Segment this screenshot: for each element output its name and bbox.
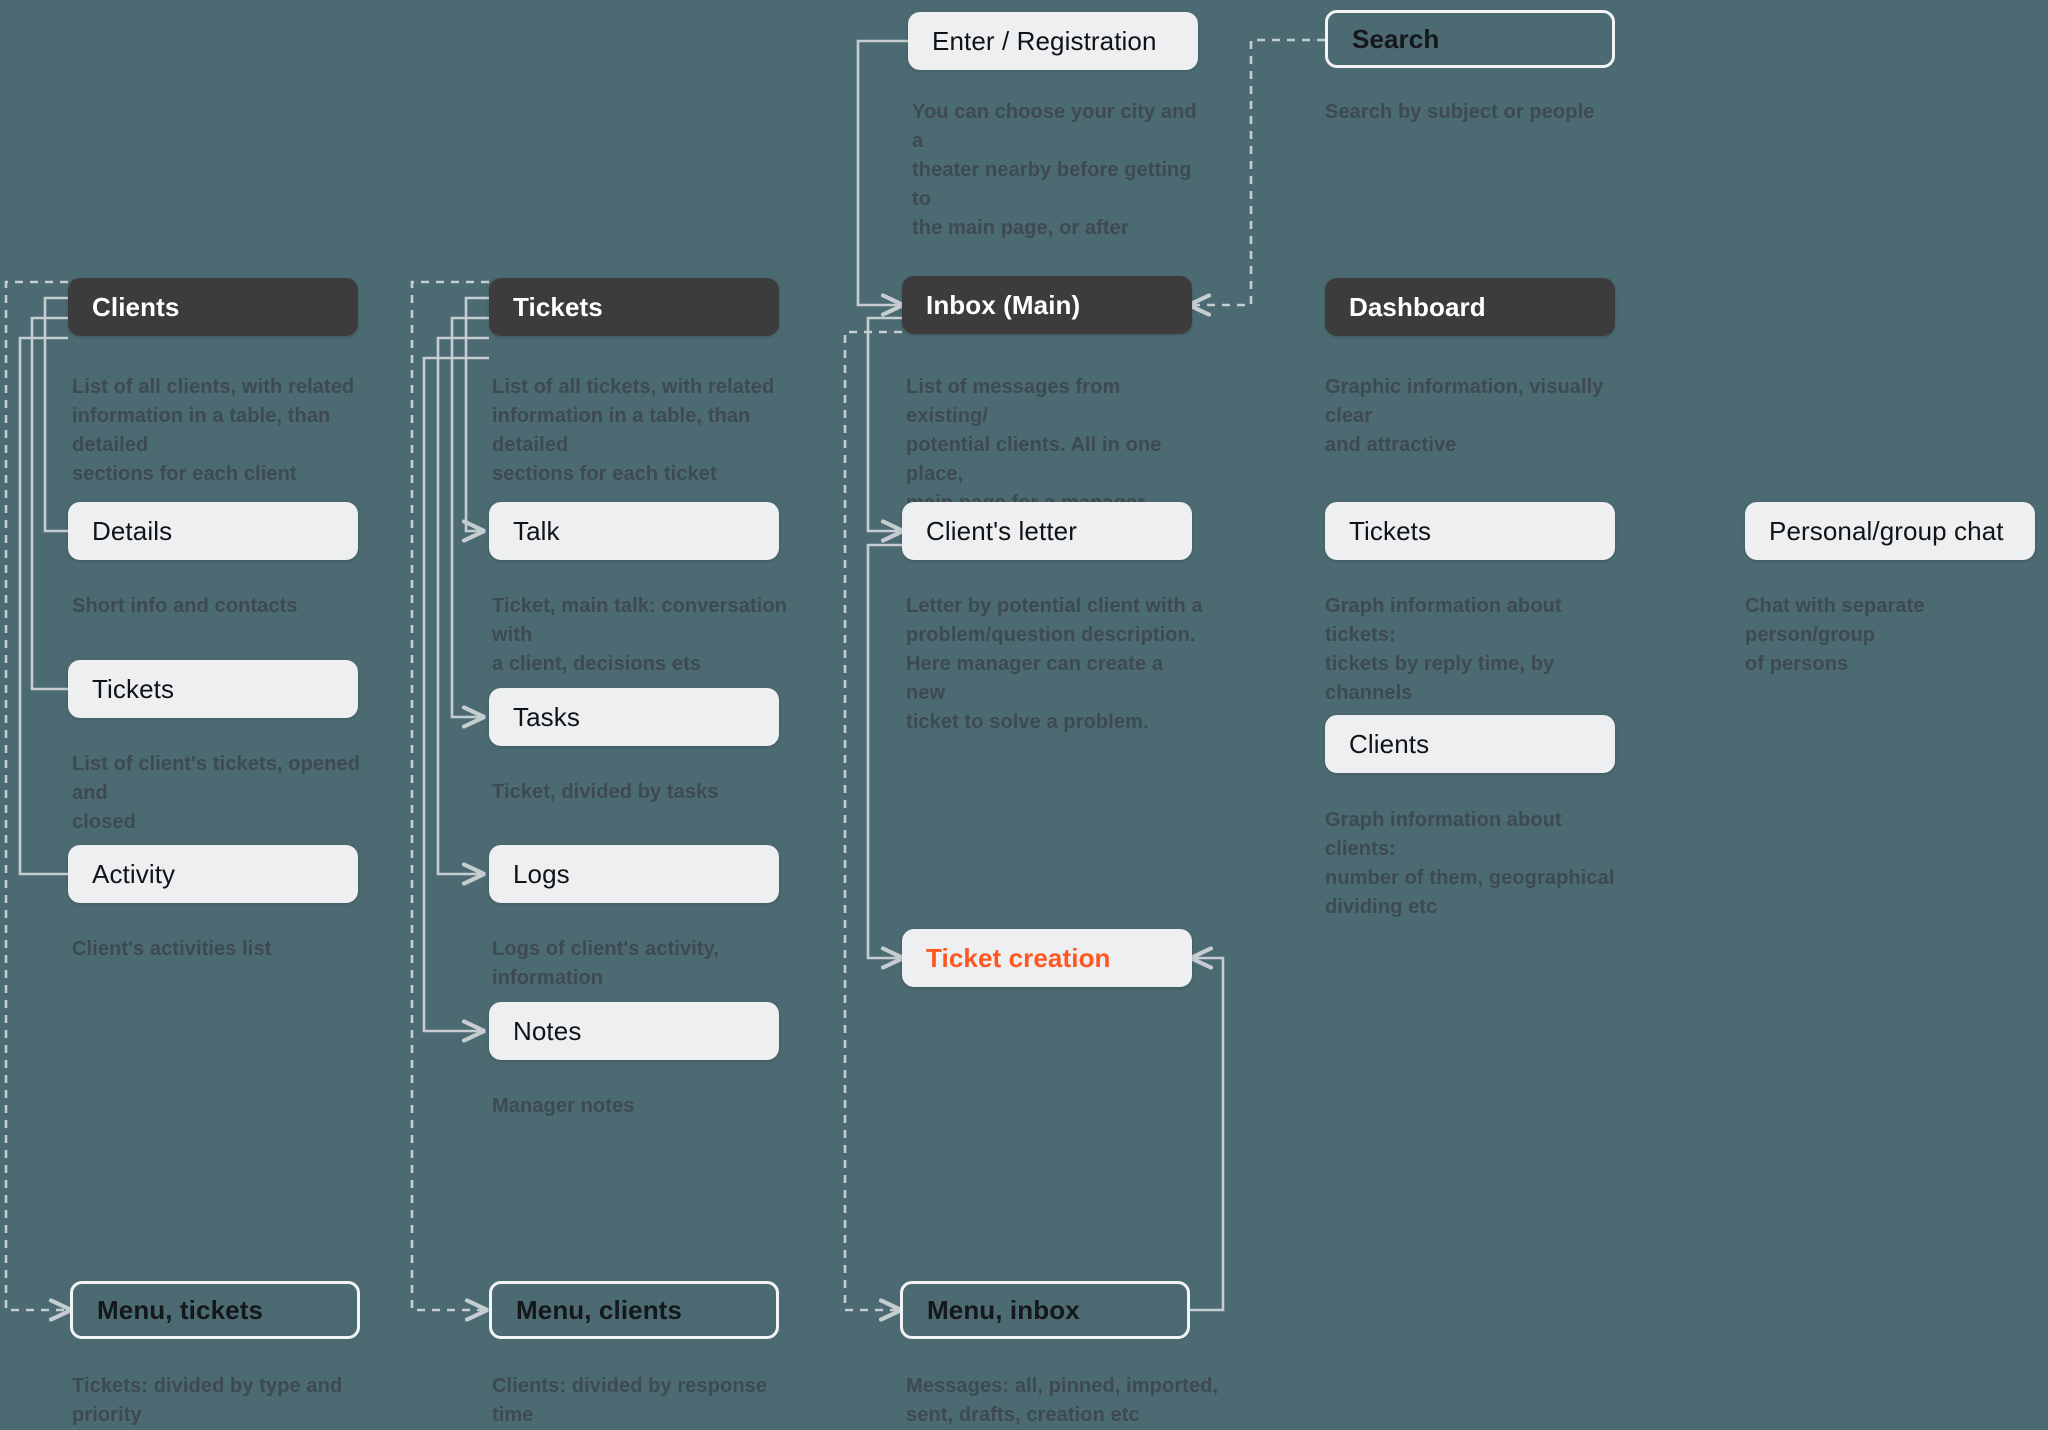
node-label: Tickets <box>513 291 603 322</box>
desc-search: Search by subject or people <box>1325 101 1595 123</box>
desc-dashboard-header: Graphic information, visually clear and … <box>1325 376 1604 456</box>
node-label: Tickets <box>92 673 175 704</box>
node-clients-activity[interactable]: Activity <box>68 845 358 903</box>
node-dashboard-tickets[interactable]: Tickets <box>1325 502 1615 560</box>
desc-tickets-tasks: Ticket, divided by tasks <box>492 781 719 803</box>
node-label: Clients <box>92 291 180 322</box>
node-ticket-creation[interactable]: Ticket creation <box>902 929 1192 987</box>
node-clients-letter[interactable]: Client's letter <box>902 502 1192 560</box>
node-label: Menu, clients <box>516 1294 682 1325</box>
node-label: Tasks <box>513 701 580 732</box>
desc-clients-details: Short info and contacts <box>72 595 298 617</box>
node-label: Clients <box>1349 728 1430 759</box>
node-tickets-logs[interactable]: Logs <box>489 845 779 903</box>
node-tickets-tasks[interactable]: Tasks <box>489 688 779 746</box>
desc-menu-inbox: Messages: all, pinned, imported, sent, d… <box>906 1375 1219 1426</box>
desc-tickets-talk: Ticket, main talk: conversation with a c… <box>492 595 788 675</box>
desc-clients-header: List of all clients, with related inform… <box>72 376 355 485</box>
desc-clients-tickets: List of client's tickets, opened and clo… <box>72 753 361 833</box>
node-tickets-header[interactable]: Tickets <box>489 278 779 336</box>
node-dashboard-clients[interactable]: Clients <box>1325 715 1615 773</box>
node-clients-tickets[interactable]: Tickets <box>68 660 358 718</box>
node-label: Talk <box>513 515 560 546</box>
desc-clients-letter: Letter by potential client with a proble… <box>906 595 1203 733</box>
desc-inbox-header: List of messages from existing/ potentia… <box>906 376 1162 514</box>
node-label: Activity <box>92 858 176 889</box>
node-menu-inbox[interactable]: Menu, inbox <box>900 1281 1190 1339</box>
flowchart-canvas: Clients List of all clients, with relate… <box>0 0 2048 1426</box>
node-menu-clients[interactable]: Menu, clients <box>489 1281 779 1339</box>
node-label: Details <box>92 515 173 546</box>
node-clients-header[interactable]: Clients <box>68 278 358 336</box>
node-clients-details[interactable]: Details <box>68 502 358 560</box>
node-label: Logs <box>513 858 570 889</box>
node-label: Ticket creation <box>926 942 1111 973</box>
node-dashboard-header[interactable]: Dashboard <box>1325 278 1615 336</box>
node-label: Search <box>1352 23 1440 54</box>
desc-dashboard-clients: Graph information about clients: number … <box>1325 809 1615 918</box>
node-label: Menu, tickets <box>97 1294 264 1325</box>
desc-tickets-logs: Logs of client's activity, information <box>492 938 720 989</box>
node-search[interactable]: Search <box>1325 10 1615 68</box>
node-label: Dashboard <box>1349 291 1486 322</box>
node-personal-group-chat[interactable]: Personal/group chat <box>1745 502 2035 560</box>
node-enter-registration[interactable]: Enter / Registration <box>908 12 1198 70</box>
desc-menu-clients: Clients: divided by response time <box>492 1375 768 1426</box>
desc-tickets-notes: Manager notes <box>492 1095 635 1117</box>
node-label: Inbox (Main) <box>926 289 1081 320</box>
node-label: Personal/group chat <box>1769 515 2004 546</box>
desc-menu-tickets: Tickets: divided by type and priority <box>72 1375 343 1426</box>
node-tickets-notes[interactable]: Notes <box>489 1002 779 1060</box>
desc-enter-registration: You can choose your city and a theater n… <box>912 101 1197 239</box>
node-label: Notes <box>513 1015 582 1046</box>
node-label: Enter / Registration <box>932 25 1157 56</box>
node-inbox-header[interactable]: Inbox (Main) <box>902 276 1192 334</box>
node-menu-tickets[interactable]: Menu, tickets <box>70 1281 360 1339</box>
node-label: Menu, inbox <box>927 1294 1080 1325</box>
node-tickets-talk[interactable]: Talk <box>489 502 779 560</box>
desc-personal-group-chat: Chat with separate person/group of perso… <box>1745 595 1925 675</box>
node-label: Client's letter <box>926 515 1077 546</box>
desc-clients-activity: Client's activities list <box>72 938 272 960</box>
desc-tickets-header: List of all tickets, with related inform… <box>492 376 775 485</box>
node-label: Tickets <box>1349 515 1432 546</box>
